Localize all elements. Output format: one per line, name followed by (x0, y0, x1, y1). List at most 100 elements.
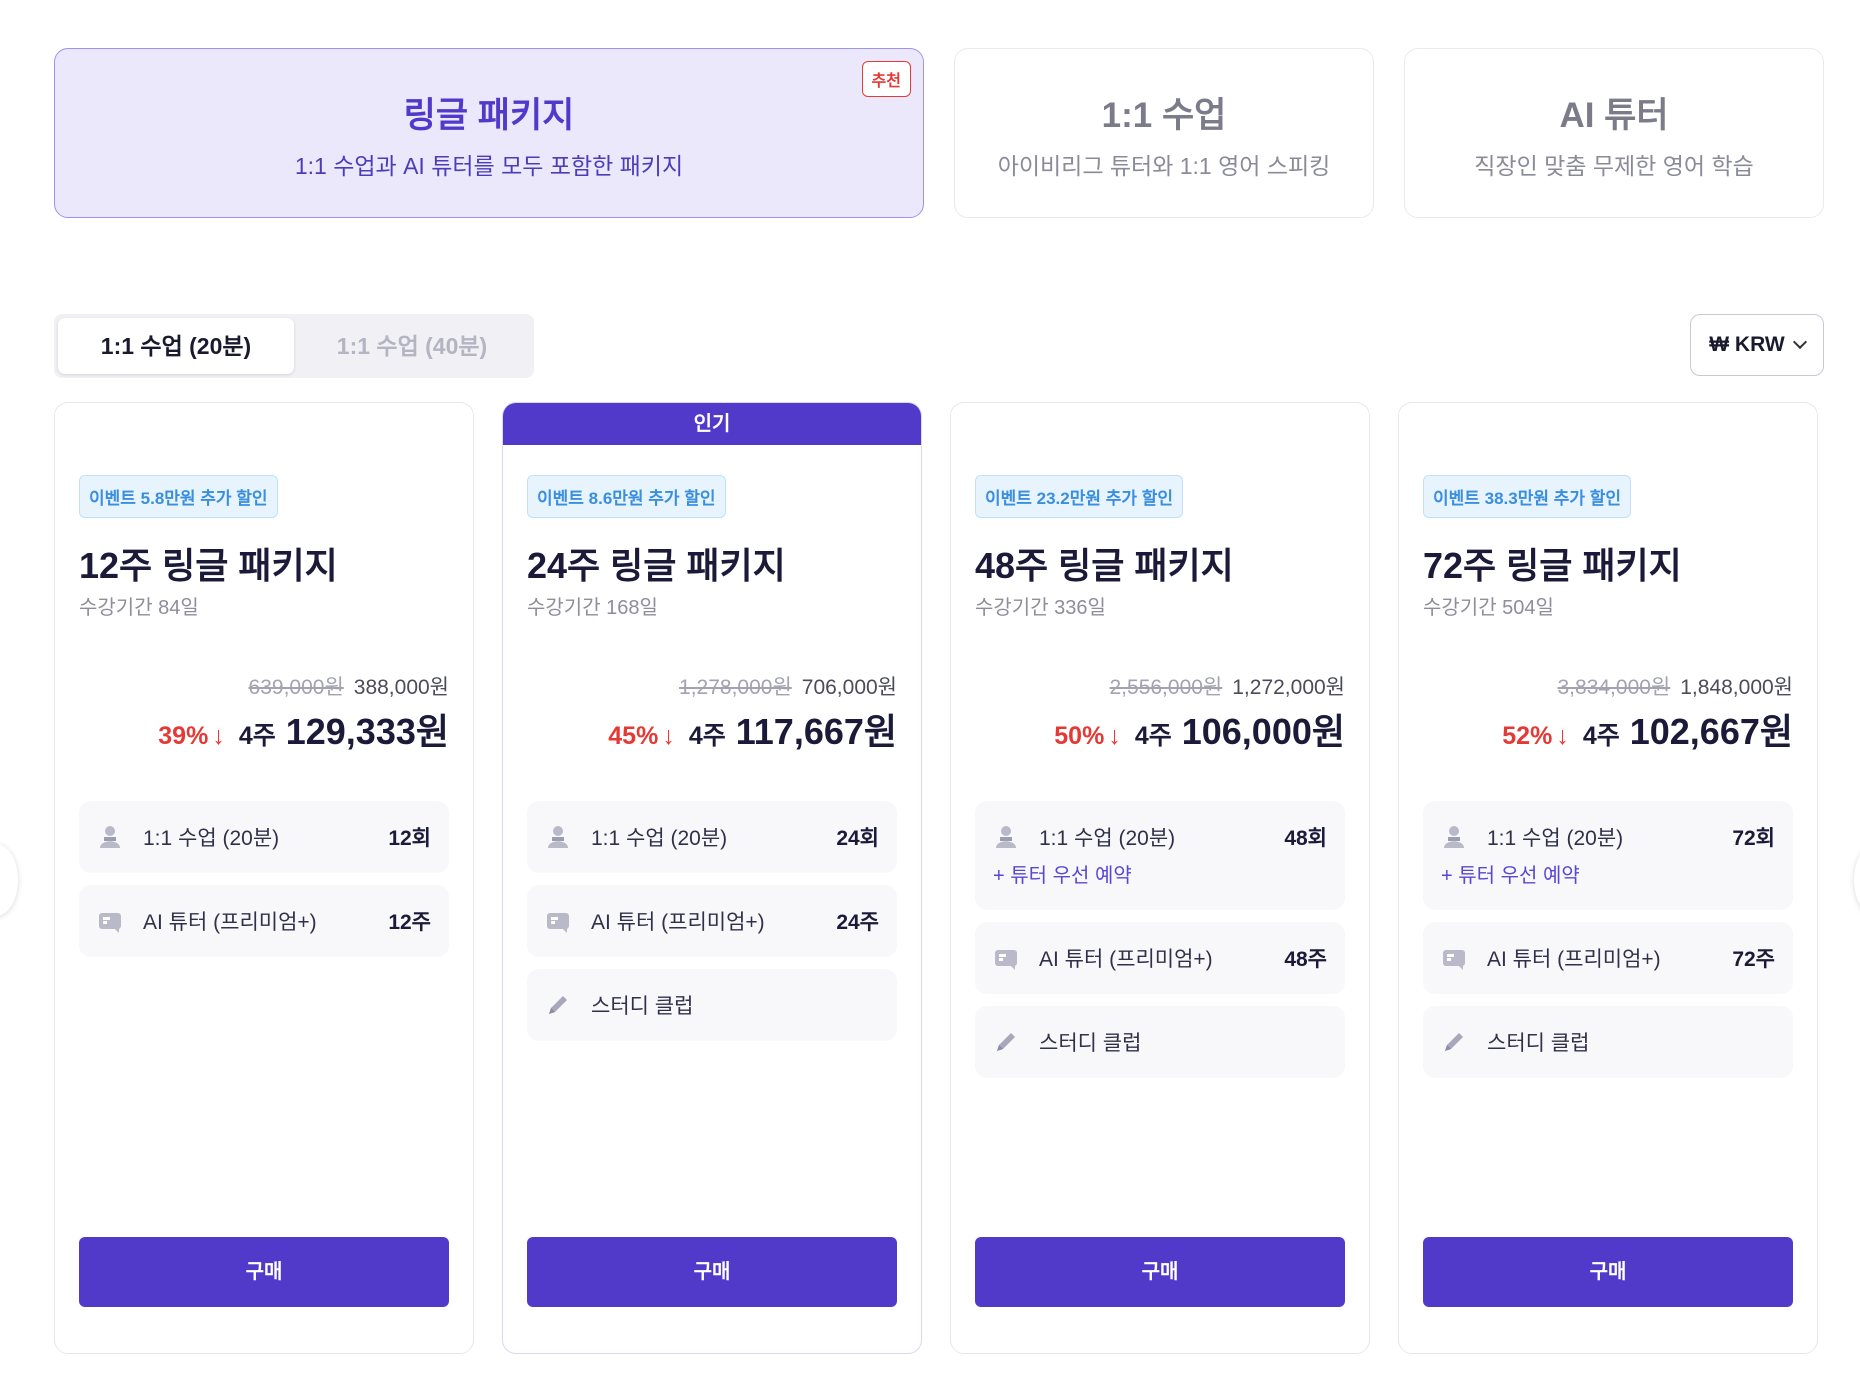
feature-count: 72주 (1732, 948, 1775, 971)
feature-item: AI 튜터 (프리미엄+) 12주 (79, 885, 449, 957)
plan-card: 이벤트 5.8만원 추가 할인 12주 링글 패키지 수강기간 84일 639,000… (54, 402, 474, 1354)
product-tab-title: AI 튜터 (1559, 96, 1669, 135)
feature-label: 1:1 수업 (20분) (143, 827, 280, 850)
weekly-price: 117,667원 (735, 711, 897, 752)
weeks-label: 4주 (1134, 722, 1172, 750)
price-summary: 2,556,000원 1,272,000원 (1110, 671, 1346, 701)
product-tabs: 추천 링글 패키지 1:1 수업과 AI 튜터를 모두 포함한 패키지 1:1 … (54, 48, 1824, 218)
person-icon (97, 824, 123, 850)
product-tab-subtitle: 직장인 맞춤 무제한 영어 학습 (1474, 153, 1754, 179)
chat-card-icon (1441, 945, 1467, 971)
person-icon (1441, 824, 1467, 850)
pencil-icon (1441, 1029, 1467, 1055)
duration-option-40min[interactable]: 1:1 수업 (40분) (294, 318, 530, 374)
weekly-price-row: 45% ↓ 4주 117,667원 (608, 703, 897, 755)
feature-label: 스터디 클럽 (1487, 1032, 1590, 1055)
plan-period: 수강기간 336일 (975, 597, 1106, 619)
pencil-icon (993, 1029, 1019, 1055)
feature-label: 1:1 수업 (20분) (1039, 827, 1176, 850)
arrow-down-icon: ↓ (212, 722, 225, 750)
original-price: 3,834,000원 (1557, 676, 1671, 699)
discount-rate: 45% ↓ (608, 722, 675, 750)
plan-title: 72주 링글 패키지 (1423, 545, 1682, 586)
arrow-down-icon: ↓ (662, 722, 675, 750)
event-discount-badge: 이벤트 38.3만원 추가 할인 (1423, 475, 1632, 518)
price-summary: 3,834,000원 1,848,000원 (1558, 671, 1794, 701)
feature-label: AI 튜터 (프리미엄+) (1487, 948, 1661, 971)
chat-card-icon (97, 908, 123, 934)
feature-item: AI 튜터 (프리미엄+) 24주 (527, 885, 897, 957)
duration-toggle: 1:1 수업 (20분) 1:1 수업 (40분) (54, 314, 534, 378)
feature-count: 24회 (836, 827, 879, 850)
sale-price: 1,848,000원 (1680, 676, 1793, 699)
product-tab-ringle-package[interactable]: 추천 링글 패키지 1:1 수업과 AI 튜터를 모두 포함한 패키지 (54, 48, 924, 218)
discount-rate: 50% ↓ (1054, 722, 1121, 750)
person-icon (545, 824, 571, 850)
feature-item: 스터디 클럽 (975, 1006, 1345, 1078)
feature-label: AI 튜터 (프리미엄+) (143, 911, 317, 934)
weeks-label: 4주 (238, 722, 276, 750)
product-tab-title: 링글 패키지 (403, 96, 575, 135)
feature-item: 1:1 수업 (20분) 12회 (79, 801, 449, 873)
feature-item: AI 튜터 (프리미엄+) 72주 (1423, 922, 1793, 994)
feature-list: 1:1 수업 (20분) 24회 AI 튜터 (프리미엄+) 24주 스터디 클… (527, 801, 897, 1053)
feature-count: 48회 (1284, 827, 1327, 850)
weekly-price-row: 52% ↓ 4주 102,667원 (1502, 703, 1793, 755)
person-icon (993, 824, 1019, 850)
weekly-price-row: 39% ↓ 4주 129,333원 (158, 703, 449, 755)
product-tab-one-on-one[interactable]: 1:1 수업 아이비리그 튜터와 1:1 영어 스피킹 (954, 48, 1374, 218)
buy-button[interactable]: 구매 (527, 1237, 897, 1307)
chat-card-icon (993, 945, 1019, 971)
currency-select[interactable]: ₩ KRW (1690, 314, 1824, 376)
currency-label: ₩ KRW (1709, 333, 1785, 356)
feature-list: 1:1 수업 (20분) 48회 + 튜터 우선 예약 AI 튜터 (프리미엄+… (975, 801, 1345, 1090)
event-discount-badge: 이벤트 5.8만원 추가 할인 (79, 475, 278, 518)
feature-count: 24주 (836, 911, 879, 934)
product-tab-subtitle: 아이비리그 튜터와 1:1 영어 스피킹 (997, 153, 1331, 179)
carousel-next-button[interactable] (1854, 844, 1860, 916)
product-tab-ai-tutor[interactable]: AI 튜터 직장인 맞춤 무제한 영어 학습 (1404, 48, 1824, 218)
original-price: 2,556,000원 (1109, 676, 1223, 699)
feature-label: AI 튜터 (프리미엄+) (591, 911, 765, 934)
duration-option-20min[interactable]: 1:1 수업 (20분) (58, 318, 294, 374)
event-discount-badge: 이벤트 8.6만원 추가 할인 (527, 475, 726, 518)
feature-item: AI 튜터 (프리미엄+) 48주 (975, 922, 1345, 994)
chat-card-icon (545, 908, 571, 934)
buy-button[interactable]: 구매 (1423, 1237, 1793, 1307)
plan-title: 24주 링글 패키지 (527, 545, 786, 586)
feature-item: 스터디 클럽 (1423, 1006, 1793, 1078)
plan-card: 인기 이벤트 8.6만원 추가 할인 24주 링글 패키지 수강기간 168일 1,27… (502, 402, 922, 1354)
feature-list: 1:1 수업 (20분) 72회 + 튜터 우선 예약 AI 튜터 (프리미엄+… (1423, 801, 1793, 1090)
price-summary: 639,000원 388,000원 (249, 671, 449, 701)
feature-item: 스터디 클럽 (527, 969, 897, 1041)
feature-item: 1:1 수업 (20분) 24회 (527, 801, 897, 873)
feature-label: 1:1 수업 (20분) (1487, 827, 1624, 850)
popular-banner: 인기 (503, 403, 921, 445)
product-tab-subtitle: 1:1 수업과 AI 튜터를 모두 포함한 패키지 (294, 153, 684, 179)
original-price: 639,000원 (248, 676, 344, 699)
plan-period: 수강기간 504일 (1423, 597, 1554, 619)
feature-label: AI 튜터 (프리미엄+) (1039, 948, 1213, 971)
sale-price: 388,000원 (353, 676, 449, 699)
feature-list: 1:1 수업 (20분) 12회 AI 튜터 (프리미엄+) 12주 (79, 801, 449, 969)
plan-period: 수강기간 84일 (79, 597, 199, 619)
feature-item: 1:1 수업 (20분) 48회 + 튜터 우선 예약 (975, 801, 1345, 910)
feature-extra: + 튜터 우선 예약 (993, 865, 1132, 887)
original-price: 1,278,000원 (679, 676, 792, 699)
weeks-label: 4주 (688, 722, 726, 750)
discount-rate: 39% ↓ (158, 722, 225, 750)
weekly-price-row: 50% ↓ 4주 106,000원 (1054, 703, 1345, 755)
arrow-down-icon: ↓ (1556, 722, 1569, 750)
buy-button[interactable]: 구매 (975, 1237, 1345, 1307)
price-summary: 1,278,000원 706,000원 (679, 671, 897, 701)
weekly-price: 102,667원 (1629, 711, 1793, 752)
carousel-prev-button[interactable] (0, 844, 18, 916)
weeks-label: 4주 (1582, 722, 1620, 750)
feature-count: 48주 (1284, 948, 1327, 971)
feature-count: 12주 (388, 911, 431, 934)
pencil-icon (545, 992, 571, 1018)
buy-button[interactable]: 구매 (79, 1237, 449, 1307)
feature-label: 1:1 수업 (20분) (591, 827, 728, 850)
feature-count: 12회 (388, 827, 431, 850)
discount-rate: 52% ↓ (1502, 722, 1569, 750)
